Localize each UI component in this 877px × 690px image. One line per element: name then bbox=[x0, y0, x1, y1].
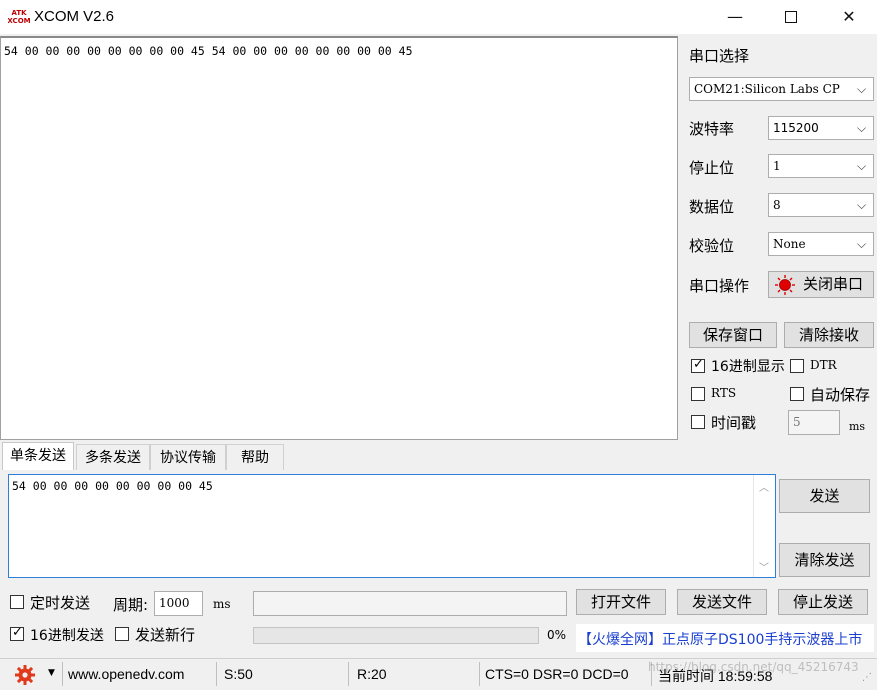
tab-help[interactable]: 帮助 bbox=[226, 444, 284, 470]
timed-send-checkbox[interactable] bbox=[10, 595, 24, 609]
timestamp-label: 时间戳 bbox=[711, 414, 757, 432]
scroll-down-icon[interactable]: ﹀ bbox=[759, 559, 769, 574]
timed-send-label: 定时发送 bbox=[30, 594, 91, 612]
parity-value: None bbox=[773, 237, 806, 251]
period-label: 周期: bbox=[113, 596, 149, 614]
data-bits-label: 数据位 bbox=[689, 198, 735, 216]
parity-label: 校验位 bbox=[689, 237, 735, 255]
parity-combo[interactable]: None ⌵ bbox=[768, 232, 874, 256]
window-title: XCOM V2.6 bbox=[34, 8, 115, 25]
stop-bits-combo[interactable]: 1 ⌵ bbox=[768, 154, 874, 178]
gear-icon[interactable] bbox=[14, 664, 36, 690]
send-file-button[interactable]: 发送文件 bbox=[677, 589, 767, 615]
port-select-label: 串口选择 bbox=[689, 47, 750, 65]
auto-save-label: 自动保存 bbox=[810, 386, 871, 404]
save-window-button[interactable]: 保存窗口 bbox=[689, 322, 777, 348]
send-textarea[interactable]: 54 00 00 00 00 00 00 00 00 45 ︿ ﹀ bbox=[8, 474, 776, 578]
svg-text:ATK: ATK bbox=[11, 9, 27, 17]
rts-label: RTS bbox=[711, 386, 737, 400]
chevron-down-icon: ⌵ bbox=[857, 121, 867, 135]
send-scrollbar[interactable]: ︿ ﹀ bbox=[753, 475, 775, 577]
open-file-button[interactable]: 打开文件 bbox=[576, 589, 666, 615]
port-value: COM21:Silicon Labs CP bbox=[694, 82, 840, 96]
serial-op-label: 串口操作 bbox=[689, 277, 750, 295]
caret-down-icon[interactable]: ▼ bbox=[48, 668, 55, 678]
data-bits-value: 8 bbox=[773, 198, 781, 212]
stop-send-button[interactable]: 停止发送 bbox=[778, 589, 868, 615]
timestamp-unit: ms bbox=[849, 420, 866, 433]
send-newline-label: 发送新行 bbox=[135, 626, 196, 644]
dtr-label: DTR bbox=[810, 358, 837, 372]
receive-area[interactable]: 54 00 00 00 00 00 00 00 00 45 54 00 00 0… bbox=[0, 36, 678, 440]
send-text: 54 00 00 00 00 00 00 00 00 45 bbox=[12, 479, 213, 493]
hex-display-label: 16进制显示 bbox=[711, 359, 785, 375]
port-combo[interactable]: COM21:Silicon Labs CP ⌵ bbox=[689, 77, 874, 101]
baud-combo[interactable]: 115200 ⌵ bbox=[768, 116, 874, 140]
scroll-up-icon[interactable]: ︿ bbox=[759, 479, 769, 494]
status-separator bbox=[62, 662, 63, 686]
send-newline-checkbox[interactable] bbox=[115, 627, 129, 641]
resize-grip-icon[interactable]: ⋰ bbox=[862, 672, 872, 683]
baud-label: 波特率 bbox=[689, 120, 735, 138]
send-progress-text: 0% bbox=[547, 628, 567, 642]
svg-text:XCOM: XCOM bbox=[8, 17, 30, 25]
dtr-checkbox[interactable] bbox=[790, 359, 804, 373]
timestamp-input[interactable]: 5 bbox=[788, 410, 840, 435]
chevron-down-icon: ⌵ bbox=[857, 82, 867, 96]
status-separator bbox=[479, 662, 480, 686]
close-port-label: 关闭串口 bbox=[802, 275, 863, 293]
watermark: https://blog.csdn.net/qq_45216743 bbox=[648, 660, 859, 674]
promo-link[interactable]: 【火爆全网】正点原子DS100手持示波器上市 bbox=[578, 629, 862, 649]
rts-checkbox[interactable] bbox=[691, 387, 705, 401]
data-bits-combo[interactable]: 8 ⌵ bbox=[768, 193, 874, 217]
auto-save-checkbox[interactable] bbox=[790, 387, 804, 401]
hex-send-checkbox[interactable] bbox=[10, 625, 24, 641]
period-input[interactable]: 1000 bbox=[154, 591, 203, 616]
chevron-down-icon: ⌵ bbox=[857, 198, 867, 212]
maximize-button[interactable] bbox=[762, 0, 820, 34]
hex-display-checkbox[interactable] bbox=[691, 357, 705, 373]
period-unit: ms bbox=[213, 597, 231, 611]
send-progress-bar bbox=[253, 627, 539, 644]
led-icon bbox=[775, 275, 795, 303]
stop-bits-label: 停止位 bbox=[689, 159, 735, 177]
status-separator bbox=[348, 662, 349, 686]
timestamp-checkbox[interactable] bbox=[691, 415, 705, 429]
status-url[interactable]: www.openedv.com bbox=[68, 666, 184, 682]
close-port-button[interactable]: 关闭串口 bbox=[768, 271, 874, 298]
stop-bits-value: 1 bbox=[773, 159, 781, 173]
tab-single-send[interactable]: 单条发送 bbox=[2, 442, 74, 470]
clear-receive-button[interactable]: 清除接收 bbox=[784, 322, 874, 348]
maximize-icon bbox=[785, 11, 797, 23]
status-separator bbox=[216, 662, 217, 686]
hex-send-label: 16进制发送 bbox=[30, 628, 104, 644]
minimize-button[interactable]: — bbox=[706, 0, 764, 34]
app-logo: ATK XCOM bbox=[7, 7, 31, 25]
close-button[interactable]: ✕ bbox=[820, 0, 877, 34]
status-lines: CTS=0 DSR=0 DCD=0 bbox=[485, 666, 629, 682]
tab-multi-send[interactable]: 多条发送 bbox=[76, 444, 150, 470]
file-path-input[interactable] bbox=[253, 591, 567, 616]
baud-value: 115200 bbox=[773, 121, 819, 135]
receive-text: 54 00 00 00 00 00 00 00 00 45 54 00 00 0… bbox=[4, 44, 413, 58]
chevron-down-icon: ⌵ bbox=[857, 237, 867, 251]
status-sent-count: S:50 bbox=[224, 666, 253, 682]
clear-send-button[interactable]: 清除发送 bbox=[779, 543, 870, 577]
send-button[interactable]: 发送 bbox=[779, 479, 870, 513]
tab-protocol[interactable]: 协议传输 bbox=[150, 444, 226, 470]
chevron-down-icon: ⌵ bbox=[857, 159, 867, 173]
status-received-count: R:20 bbox=[357, 666, 387, 682]
